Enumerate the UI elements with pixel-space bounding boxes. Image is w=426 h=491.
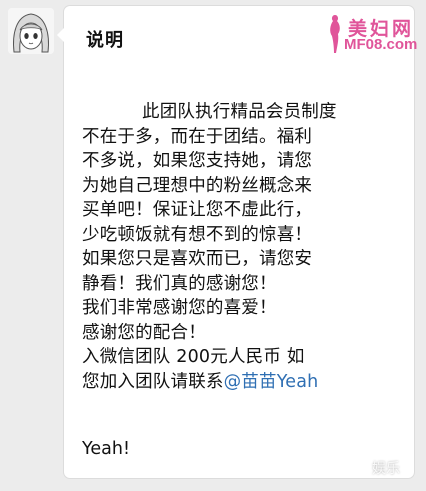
woman-silhouette-icon xyxy=(330,15,340,53)
avatar[interactable] xyxy=(8,8,54,54)
watermark-text: 娱乐 xyxy=(372,461,400,477)
message-line: 不多说，如果您支持她，请您 xyxy=(82,151,313,171)
message-line: 如果您只是喜欢而已，请您安 xyxy=(82,249,313,269)
message-line: 为她自己理想中的粉丝概念来 xyxy=(82,175,313,196)
site-logo: 美妇网 MF08.com xyxy=(322,12,426,56)
message-line: 少吃顿饭就有想不到的惊喜！ xyxy=(82,224,313,245)
message-line: 此团队执行精品会员制度 xyxy=(142,102,337,122)
message-bubble[interactable]: 说明 美妇网 MF08.com 此团队执行精品会员制度 不在于多，而在于团结。福… xyxy=(57,6,417,478)
message-line: 静看！我们真的感谢您！ xyxy=(82,273,277,294)
message-line-contact: 您加入团队请联系@苗苗Yeah xyxy=(82,370,410,395)
anime-girl-avatar-icon xyxy=(8,8,54,54)
message-line: 买单吧！保证让您不虚此行， xyxy=(82,200,313,220)
mention-link[interactable]: @苗苗Yeah xyxy=(224,372,319,392)
message-line: 不在于多，而在于团结。福利 xyxy=(82,126,313,147)
message-line: 感谢您的配合！ xyxy=(82,322,206,343)
contact-prefix: 您加入团队请联系 xyxy=(82,371,224,392)
message-title: 说明 xyxy=(86,30,124,51)
message-closing: Yeah! xyxy=(82,439,130,459)
message-line: 我们非常感谢您的喜爱！ xyxy=(82,298,277,318)
message-line: 入微信团队 200元人民币 如 xyxy=(82,347,305,367)
message-body: 此团队执行精品会员制度 不在于多，而在于团结。福利 不多说，如果您支持她，请您 … xyxy=(82,100,410,394)
logo-url-text: MF08.com xyxy=(344,36,418,53)
